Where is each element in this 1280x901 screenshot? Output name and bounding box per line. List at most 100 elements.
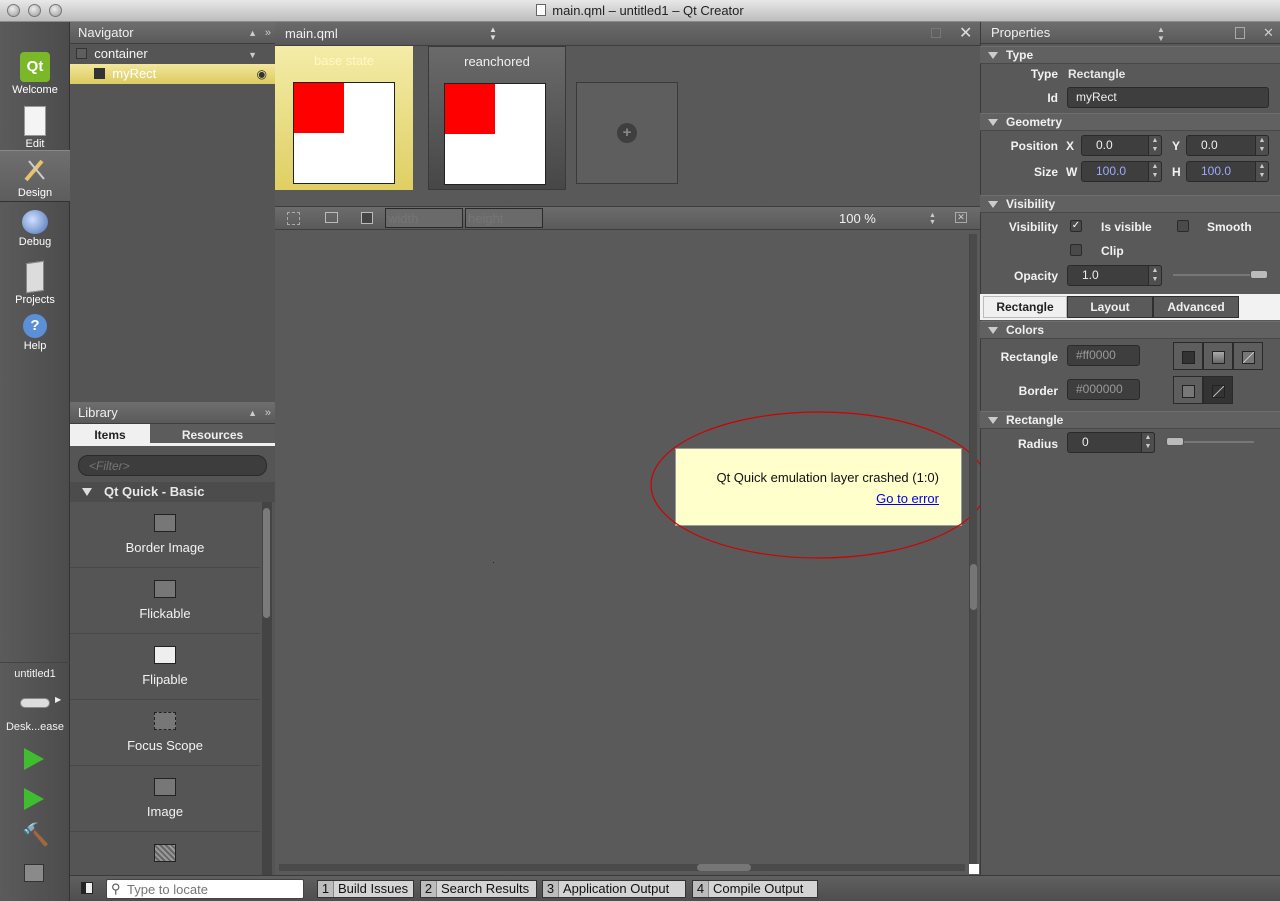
split-double-chevron-icon[interactable]: » bbox=[265, 402, 271, 424]
output-toggle-icon[interactable] bbox=[24, 864, 44, 882]
mode-edit[interactable]: Edit bbox=[0, 102, 70, 154]
compile-output-button[interactable]: 4 Compile Output bbox=[692, 880, 818, 898]
state-base[interactable]: base state bbox=[275, 46, 413, 190]
navigator-item-myrect[interactable]: myRect ◉ bbox=[70, 64, 275, 84]
section-label: Colors bbox=[1006, 323, 1045, 337]
navigator-item-label: container bbox=[94, 46, 148, 61]
reset-view-button[interactable]: ✕ bbox=[955, 212, 967, 223]
bounding-box-icon[interactable] bbox=[325, 212, 338, 223]
close-panel-button[interactable]: ✕ bbox=[1263, 22, 1274, 44]
section-rectangle[interactable]: Rectangle bbox=[980, 411, 1280, 429]
library-item[interactable]: Focus Scope bbox=[70, 700, 260, 766]
no-border-button[interactable] bbox=[1203, 376, 1233, 404]
canvas-vertical-scrollbar[interactable] bbox=[969, 234, 977, 864]
radius-label: Radius bbox=[1017, 437, 1058, 451]
locator-field[interactable] bbox=[127, 881, 297, 897]
vertical-scroll-thumb[interactable] bbox=[970, 564, 977, 610]
library-scrollbar[interactable] bbox=[262, 502, 272, 875]
canvas-horizontal-scrollbar[interactable] bbox=[279, 864, 965, 871]
spin-arrows-icon[interactable]: ▲ ▼ bbox=[1148, 265, 1162, 286]
kit-selector-icon[interactable] bbox=[20, 698, 50, 708]
document-combo[interactable]: main.qml bbox=[285, 26, 338, 41]
id-input[interactable]: myRect bbox=[1067, 87, 1269, 108]
minimize-window-button[interactable] bbox=[28, 4, 41, 17]
updown-icon[interactable]: ▲▼ bbox=[248, 22, 257, 66]
zoom-window-button[interactable] bbox=[49, 4, 62, 17]
type-value: Rectangle bbox=[1068, 67, 1126, 81]
locator-input[interactable]: ⚲ bbox=[106, 879, 304, 899]
library-item[interactable]: Image bbox=[70, 766, 260, 832]
spin-arrows-icon[interactable]: ▲ ▼ bbox=[1148, 135, 1162, 156]
horizontal-scroll-thumb[interactable] bbox=[697, 864, 751, 871]
mode-design[interactable]: Design bbox=[0, 150, 70, 202]
close-document-button[interactable]: ✕ bbox=[959, 23, 972, 43]
search-results-button[interactable]: 2 Search Results bbox=[420, 880, 537, 898]
rect-color-field[interactable]: #ff0000 bbox=[1067, 345, 1140, 366]
section-visibility[interactable]: Visibility bbox=[980, 195, 1280, 213]
navigator-item-container[interactable]: container bbox=[70, 44, 275, 64]
spin-arrows-icon[interactable]: ▲ ▼ bbox=[1255, 161, 1269, 182]
toggle-sidebar-icon[interactable] bbox=[81, 882, 93, 894]
spin-arrows-icon[interactable]: ▲ ▼ bbox=[1255, 135, 1269, 156]
tab-advanced[interactable]: Advanced bbox=[1153, 296, 1239, 318]
smooth-checkbox[interactable] bbox=[1177, 220, 1189, 232]
plus-circle-icon: + bbox=[617, 123, 637, 143]
application-output-button[interactable]: 3 Application Output bbox=[542, 880, 686, 898]
show-content-icon[interactable] bbox=[361, 212, 373, 224]
section-colors[interactable]: Colors bbox=[980, 321, 1280, 339]
updown-icon[interactable]: ▲▼ bbox=[1157, 22, 1165, 43]
tab-rectangle[interactable]: Rectangle bbox=[983, 296, 1067, 318]
w-spinbox[interactable]: 100.0 ▲ ▼ bbox=[1081, 161, 1162, 182]
spin-arrows-icon[interactable]: ▲ ▼ bbox=[1148, 161, 1162, 182]
tab-layout[interactable]: Layout bbox=[1067, 296, 1153, 318]
section-type[interactable]: Type bbox=[980, 46, 1280, 64]
run-button[interactable] bbox=[24, 748, 44, 770]
mode-projects[interactable]: Projects bbox=[0, 258, 70, 310]
opacity-spinbox[interactable]: 1.0 ▲ ▼ bbox=[1067, 265, 1162, 286]
section-geometry[interactable]: Geometry bbox=[980, 113, 1280, 131]
h-spinbox[interactable]: 100.0 ▲ ▼ bbox=[1186, 161, 1269, 182]
split-double-chevron-icon[interactable]: » bbox=[265, 22, 271, 44]
radius-spinbox[interactable]: 0 ▲ ▼ bbox=[1067, 432, 1155, 453]
x-spinbox[interactable]: 0.0 ▲ ▼ bbox=[1081, 135, 1162, 156]
add-state-button[interactable]: + bbox=[576, 82, 678, 184]
library-filter-input[interactable] bbox=[78, 455, 267, 476]
y-spinbox[interactable]: 0.0 ▲ ▼ bbox=[1186, 135, 1269, 156]
projects-icon bbox=[26, 260, 44, 294]
border-color-field[interactable]: #000000 bbox=[1067, 379, 1140, 400]
width-input[interactable] bbox=[385, 208, 463, 228]
debug-run-button[interactable] bbox=[24, 788, 44, 810]
no-fill-button[interactable] bbox=[1233, 342, 1263, 370]
solid-border-button[interactable] bbox=[1173, 376, 1203, 404]
library-item[interactable] bbox=[70, 832, 260, 875]
gradient-fill-button[interactable] bbox=[1203, 342, 1233, 370]
tab-resources[interactable]: Resources bbox=[150, 424, 275, 446]
library-item[interactable]: Border Image bbox=[70, 502, 260, 568]
visibility-eye-icon[interactable]: ◉ bbox=[257, 64, 267, 84]
build-hammer-button[interactable]: 🔨 bbox=[22, 822, 49, 848]
library-scroll-thumb[interactable] bbox=[263, 508, 270, 618]
mode-debug[interactable]: Debug bbox=[0, 206, 70, 258]
radius-slider-handle[interactable] bbox=[1166, 437, 1184, 446]
opacity-slider-handle[interactable] bbox=[1250, 270, 1268, 279]
design-canvas[interactable]: Qt Quick emulation layer crashed (1:0) G… bbox=[275, 230, 988, 875]
spin-arrows-icon[interactable]: ▲ ▼ bbox=[1141, 432, 1155, 453]
flickable-icon bbox=[154, 580, 176, 598]
library-item[interactable]: Flipable bbox=[70, 634, 260, 700]
status-bar: ⚲ 1 Build Issues 2 Search Results 3 Applica… bbox=[70, 875, 1280, 901]
library-item[interactable]: Flickable bbox=[70, 568, 260, 634]
clip-checkbox[interactable] bbox=[1070, 244, 1082, 256]
solid-fill-button[interactable] bbox=[1173, 342, 1203, 370]
float-panel-icon[interactable] bbox=[1235, 27, 1245, 39]
snap-icon[interactable] bbox=[287, 212, 300, 225]
close-window-button[interactable] bbox=[7, 4, 20, 17]
mode-help[interactable]: ? Help bbox=[0, 310, 70, 362]
state-reanchored[interactable]: reanchored bbox=[428, 46, 566, 190]
build-issues-button[interactable]: 1 Build Issues bbox=[317, 880, 414, 898]
tab-items[interactable]: Items bbox=[70, 424, 150, 446]
is-visible-checkbox[interactable]: ✓ bbox=[1070, 220, 1082, 232]
library-group-header[interactable]: Qt Quick - Basic bbox=[70, 482, 275, 502]
height-input[interactable] bbox=[465, 208, 543, 228]
mode-welcome[interactable]: Qt Welcome bbox=[0, 48, 70, 100]
zoom-combo[interactable]: 100 % bbox=[839, 211, 876, 226]
